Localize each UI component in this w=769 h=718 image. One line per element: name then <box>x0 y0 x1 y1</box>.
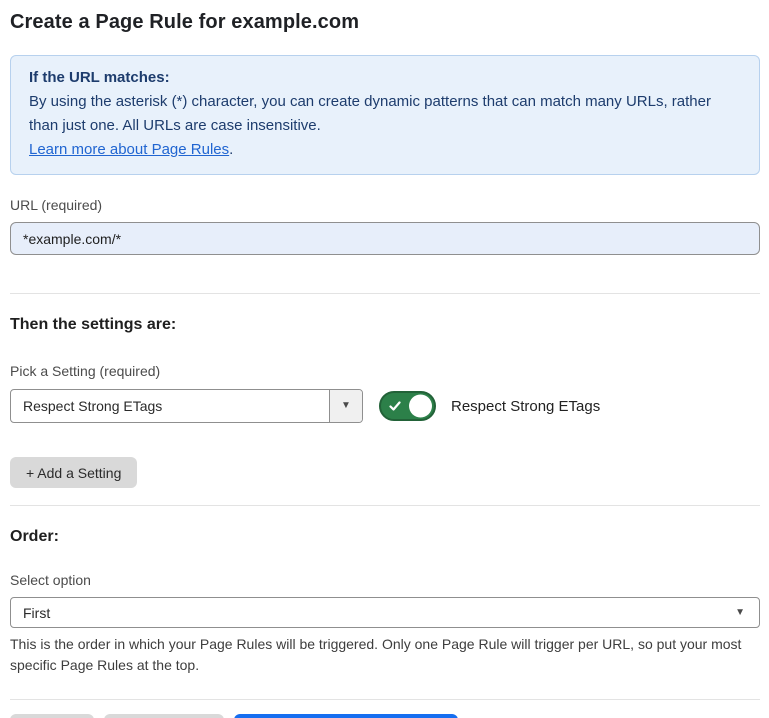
order-section-heading: Order: <box>10 526 760 547</box>
divider-settings-order <box>10 505 760 506</box>
link-suffix: . <box>229 141 233 158</box>
info-box-link-line: Learn more about Page Rules. <box>29 138 741 162</box>
page-rule-form: Create a Page Rule for example.com If th… <box>0 0 769 718</box>
setting-dropdown[interactable]: Respect Strong ETags ▼ <box>10 389 363 423</box>
order-select-label: Select option <box>10 571 760 589</box>
chevron-down-icon: ▼ <box>341 401 351 411</box>
order-help-text: This is the order in which your Page Rul… <box>10 634 750 676</box>
order-dropdown[interactable]: First ▼ <box>10 597 760 628</box>
footer-actions: Cancel Save as Draft Save and Deploy Pag… <box>10 714 760 718</box>
url-matches-info-box: If the URL matches: By using the asteris… <box>10 55 760 175</box>
url-input[interactable] <box>10 222 760 255</box>
info-box-body: By using the asterisk (*) character, you… <box>29 90 741 138</box>
setting-dropdown-value: Respect Strong ETags <box>11 390 329 422</box>
save-as-draft-button[interactable]: Save as Draft <box>104 714 225 718</box>
save-and-deploy-button[interactable]: Save and Deploy Page Rule <box>234 714 458 718</box>
add-setting-button[interactable]: + Add a Setting <box>10 457 137 488</box>
order-dropdown-value: First <box>23 605 735 621</box>
chevron-down-icon: ▼ <box>735 608 745 618</box>
toggle-knob <box>409 395 432 418</box>
setting-toggle[interactable] <box>379 391 436 421</box>
toggle-label: Respect Strong ETags <box>451 398 600 415</box>
pick-setting-label: Pick a Setting (required) <box>10 362 760 380</box>
check-icon <box>389 400 401 412</box>
settings-section-heading: Then the settings are: <box>10 314 760 335</box>
setting-dropdown-arrow-button[interactable]: ▼ <box>329 390 362 422</box>
divider-url-settings <box>10 293 760 294</box>
page-title: Create a Page Rule for example.com <box>10 9 760 36</box>
learn-more-link[interactable]: Learn more about Page Rules <box>29 141 229 158</box>
setting-row: Respect Strong ETags ▼ Respect Strong ET… <box>10 389 760 423</box>
divider-footer <box>10 699 760 700</box>
info-box-heading: If the URL matches: <box>29 66 741 90</box>
url-field-label: URL (required) <box>10 196 760 214</box>
cancel-button[interactable]: Cancel <box>10 714 94 718</box>
